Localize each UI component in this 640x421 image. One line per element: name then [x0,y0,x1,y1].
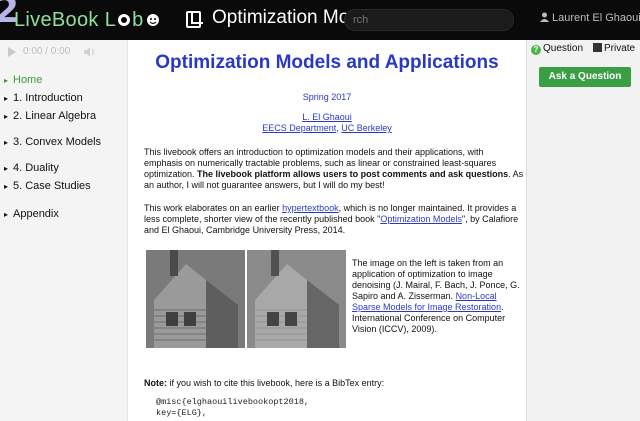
main-content: Optimization Models and Applications Spr… [128,40,526,421]
author-link[interactable]: L. El Ghaoui [302,112,352,122]
nav-label: 3. Convex Models [13,136,102,148]
user-name: Laurent El Ghaoui [552,12,640,24]
record-icon [118,14,131,26]
note-icon [593,43,602,52]
house-illustration [146,250,245,348]
note-label: Note: [144,378,167,388]
nav-label: 1. Introduction [13,92,83,104]
tab-private[interactable]: Private [593,40,635,58]
university-link[interactable]: UC Berkeley [341,123,392,133]
citation-note: Note: if you wish to cite this livebook,… [144,378,384,388]
chapter-nav: ▸ Home ▸ 1. Introduction ▸ 2. Linear Algebr… [4,72,101,224]
text: This work elaborates on an earlier [144,203,283,213]
caret-right-icon: ▸ [4,182,9,191]
user-menu[interactable]: Laurent El Ghaoui [540,12,640,24]
sidebar: 0:00 / 0:00 ▸ Home ▸ 1. Introduction ▸ 2. L… [0,40,128,421]
player-time: 0:00 / 0:00 [23,46,71,57]
intro-paragraph: This livebook offers an introduction to … [144,147,524,191]
nav-item-convex-models[interactable]: ▸ 3. Convex Models [4,134,101,152]
hypertextbook-link[interactable]: hypertextbook [282,203,339,213]
house-illustration [247,250,346,348]
code-line: @misc{elghaouilivebookopt2018, [156,397,310,407]
figure-caption: The image on the left is taken from an a… [352,258,522,335]
noisy-house-image [146,250,245,348]
nav-label: 4. Duality [13,162,59,174]
doc-subtitle: Spring 2017 [302,92,352,102]
tab-label: Private [604,43,636,54]
code-line: key={ELG}, [156,408,208,418]
caret-right-icon: ▸ [4,164,9,173]
brand-logo[interactable]: LiveBook L b [14,4,160,36]
top-bar: 2 LiveBook L b Optimization Models and L… [0,0,640,40]
dept-link[interactable]: EECS Department [262,123,336,133]
nav-item-case-studies[interactable]: ▸ 5. Case Studies [4,178,101,196]
discussion-panel: ? Question Private Ask a Question [526,40,640,421]
history-paragraph: This work elaborates on an earlier hyper… [144,203,524,236]
nav-label: Appendix [13,208,59,220]
nav-label: 5. Case Studies [13,180,91,192]
face-icon [146,14,159,26]
user-icon [540,12,549,22]
nav-item-duality[interactable]: ▸ 4. Duality [4,160,101,178]
brand-lab-l: L [104,8,117,31]
denoised-house-image [247,250,346,348]
caret-right-icon: ▸ [4,210,9,219]
tab-questions[interactable]: ? Question [531,40,583,58]
caret-right-icon: ▸ [4,94,9,103]
doc-title: Optimization Models and Applications [155,52,499,73]
question-icon: ? [531,45,541,55]
nav-label: Home [13,74,43,86]
play-icon[interactable] [8,46,16,57]
volume-icon[interactable] [84,46,96,57]
pages-icon[interactable] [186,11,203,28]
brand-name: LiveBook [14,8,99,31]
nav-label: 2. Linear Algebra [13,110,97,122]
book-link[interactable]: Optimization Models [380,214,462,224]
tab-label: Question [543,43,584,54]
nav-item-home[interactable]: ▸ Home [4,72,101,90]
audio-player: 0:00 / 0:00 [8,46,96,57]
ask-question-button[interactable]: Ask a Question [539,67,631,87]
search-input[interactable] [344,9,514,31]
bibtex-code: @misc{elghaouilivebookopt2018, key={ELG}… [156,397,309,419]
bold-text: The livebook platform allows users to po… [197,169,509,179]
nav-item-linear-algebra[interactable]: ▸ 2. Linear Algebra [4,108,101,126]
caret-right-icon: ▸ [4,76,9,85]
text: if you wish to cite this livebook, here … [167,378,385,388]
nav-item-appendix[interactable]: ▸ Appendix [4,206,101,224]
denoising-figure [146,250,346,348]
brand-lab-b: b [132,8,144,31]
caret-right-icon: ▸ [4,138,9,147]
nav-item-introduction[interactable]: ▸ 1. Introduction [4,90,101,108]
caret-right-icon: ▸ [4,112,9,121]
doc-author-block: L. El Ghaoui EECS Department, UC Berkele… [128,112,526,134]
